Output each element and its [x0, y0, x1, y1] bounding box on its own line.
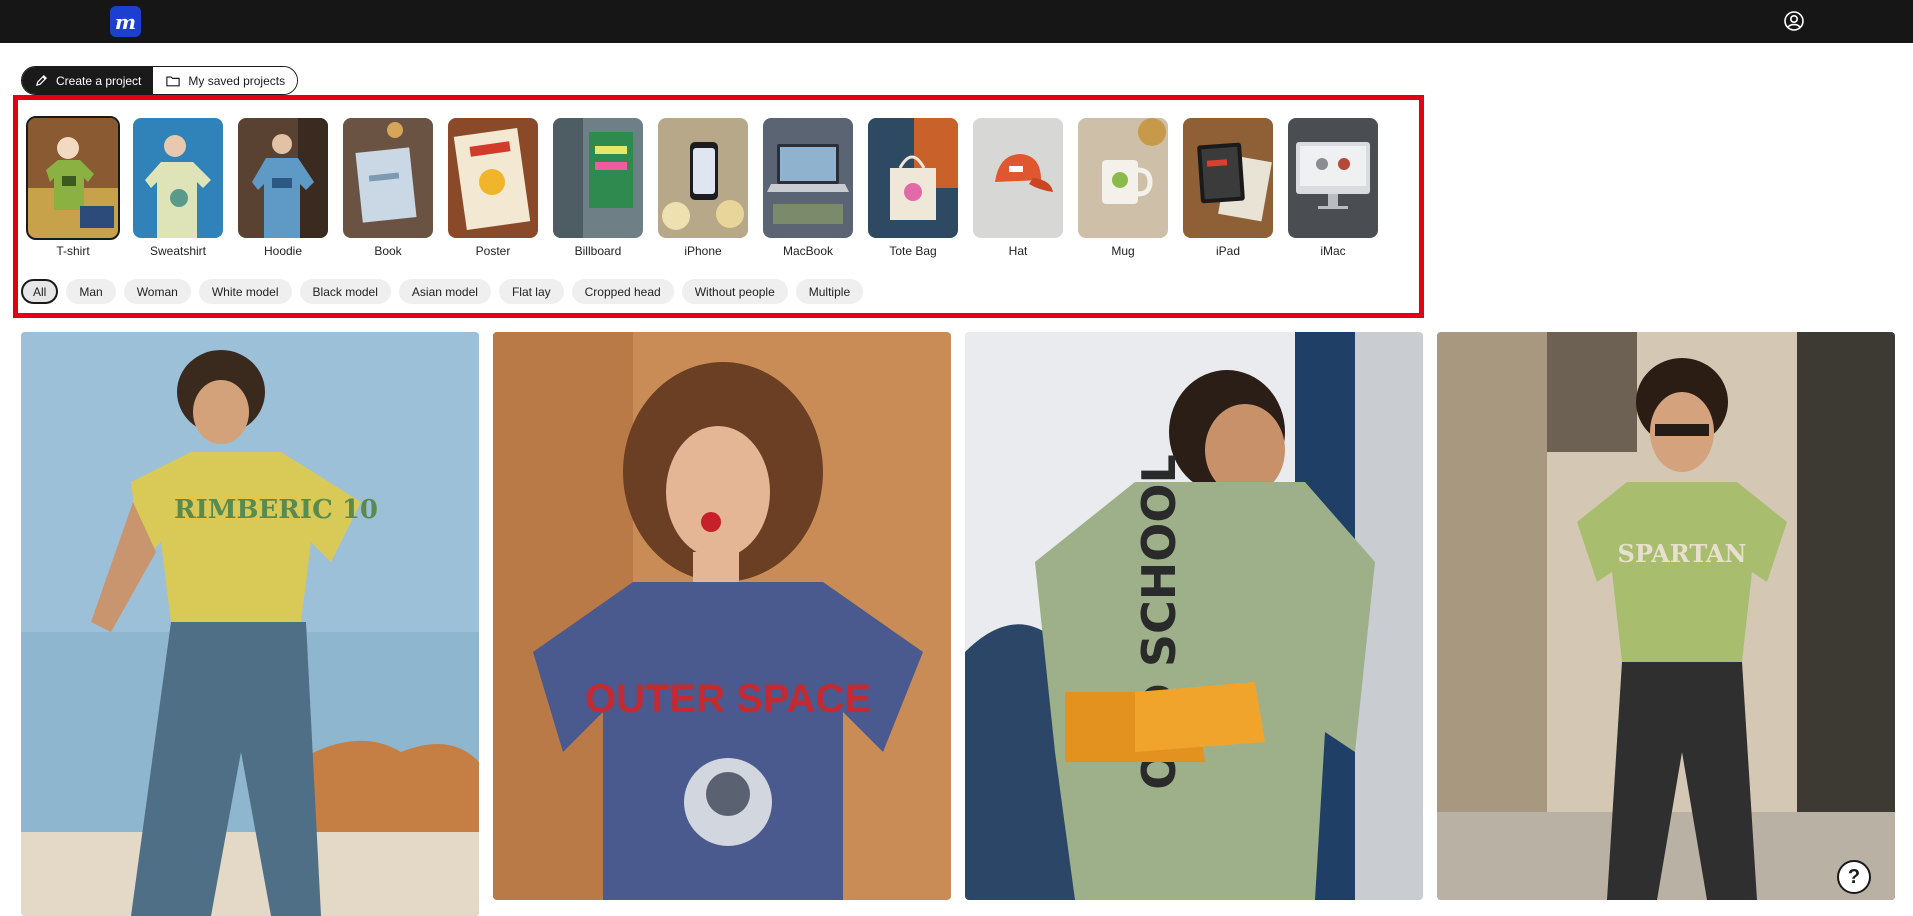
category-billboard[interactable]: Billboard [553, 118, 643, 258]
category-label: Hoodie [263, 244, 303, 258]
category-hat[interactable]: Hat [973, 118, 1063, 258]
user-circle-icon[interactable] [1783, 10, 1805, 32]
category-label: T-shirt [56, 244, 90, 258]
category-label: Poster [475, 244, 511, 258]
category-thumbnail [238, 118, 328, 238]
product-category-list: T-shirt Sweatshirt Hoodie Book Poster Bi… [26, 116, 1378, 258]
help-icon: ? [1847, 865, 1861, 888]
category-label: Book [374, 244, 402, 258]
tab-saved-projects-label: My saved projects [188, 73, 286, 88]
mockup-card-sage-tshirt[interactable]: OLD SCHOOL [965, 332, 1423, 900]
category-tshirt[interactable]: T-shirt [26, 116, 120, 258]
category-label: Tote Bag [889, 244, 937, 258]
category-thumbnail [553, 118, 643, 238]
category-label: MacBook [782, 244, 834, 258]
pencil-icon [35, 75, 47, 87]
category-thumbnail [133, 118, 223, 238]
category-mug[interactable]: Mug [1078, 118, 1168, 258]
tab-create-project[interactable]: Create a project [22, 67, 154, 94]
category-macbook[interactable]: MacBook [763, 118, 853, 258]
filter-chip-black-model[interactable]: Black model [299, 279, 391, 304]
category-thumbnail [1288, 118, 1378, 238]
category-imac[interactable]: iMac [1288, 118, 1378, 258]
filter-chip-all[interactable]: All [21, 279, 59, 304]
tab-saved-projects[interactable]: My saved projects [153, 67, 298, 94]
category-thumbnail [26, 116, 120, 240]
category-thumbnail [763, 118, 853, 238]
logo-letter: m [114, 9, 137, 34]
category-thumbnail [658, 118, 748, 238]
filter-chip-man[interactable]: Man [66, 279, 116, 304]
category-sweatshirt[interactable]: Sweatshirt [133, 118, 223, 258]
category-iphone[interactable]: iPhone [658, 118, 748, 258]
category-thumbnail [973, 118, 1063, 238]
filter-chip-multiple[interactable]: Multiple [795, 279, 864, 304]
category-tote-bag[interactable]: Tote Bag [868, 118, 958, 258]
filter-chip-woman[interactable]: Woman [123, 279, 191, 304]
filter-chip-cropped-head[interactable]: Cropped head [571, 279, 674, 304]
category-book[interactable]: Book [343, 118, 433, 258]
help-button[interactable]: ? [1837, 860, 1871, 894]
top-bar: m [0, 0, 1913, 43]
category-label: Hat [1008, 244, 1028, 258]
project-tabs: Create a project My saved projects [21, 66, 299, 95]
category-thumbnail [1183, 118, 1273, 238]
mockup-card-yellow-tshirt[interactable]: RIMBERIC 10 [21, 332, 479, 916]
folder-icon [166, 75, 181, 86]
category-label: iPhone [684, 244, 722, 258]
mockup-image: SPARTAN [1437, 332, 1895, 900]
filter-chip-white-model[interactable]: White model [198, 279, 292, 304]
shirt-print-text: SPARTAN [1618, 539, 1747, 568]
category-poster[interactable]: Poster [448, 118, 538, 258]
category-thumbnail [868, 118, 958, 238]
filter-chip-flat-lay[interactable]: Flat lay [498, 279, 564, 304]
tab-create-project-label: Create a project [56, 73, 142, 88]
app-logo[interactable]: m [110, 6, 141, 37]
mockup-card-navy-tshirt[interactable]: OUTER SPACE [493, 332, 951, 900]
category-label: Mug [1111, 244, 1135, 258]
mockup-image: OLD SCHOOL [965, 332, 1423, 900]
category-label: iMac [1320, 244, 1346, 258]
filter-chip-asian-model[interactable]: Asian model [398, 279, 491, 304]
mockup-image: RIMBERIC 10 [21, 332, 479, 916]
mockup-image: OUTER SPACE [493, 332, 951, 900]
category-hoodie[interactable]: Hoodie [238, 118, 328, 258]
category-label: Billboard [574, 244, 622, 258]
mockup-card-green-tshirt[interactable]: SPARTAN [1437, 332, 1895, 900]
shirt-print-text: RIMBERIC 10 [174, 495, 378, 525]
category-thumbnail [448, 118, 538, 238]
category-ipad[interactable]: iPad [1183, 118, 1273, 258]
filter-chip-without-people[interactable]: Without people [681, 279, 788, 304]
category-thumbnail [1078, 118, 1168, 238]
category-label: Sweatshirt [149, 244, 207, 258]
category-label: iPad [1215, 244, 1241, 258]
category-thumbnail [343, 118, 433, 238]
filter-chips: All Man Woman White model Black model As… [21, 279, 864, 304]
shirt-print-text: OUTER SPACE [585, 677, 871, 721]
